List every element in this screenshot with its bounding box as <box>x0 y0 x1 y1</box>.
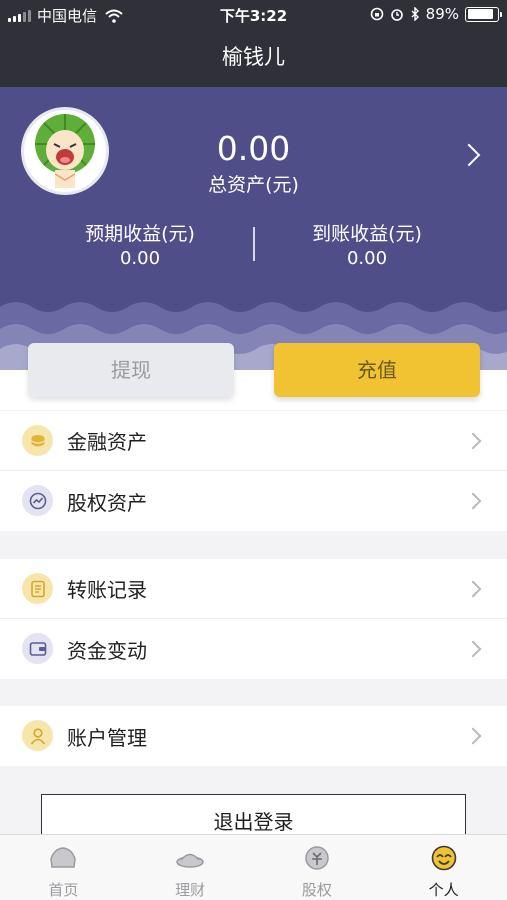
tab-bar: 首页 理财 股权 个人 <box>0 834 507 900</box>
menu-label-equity-assets: 股权资产 <box>67 490 147 515</box>
alarm-icon <box>390 9 403 21</box>
home-icon <box>50 847 77 868</box>
status-bar: 中国电信 下午3:22 89% <box>0 0 507 30</box>
rotation-lock-icon <box>370 7 383 21</box>
menu-item-equity-assets[interactable]: 股权资产 <box>0 471 507 531</box>
battery-icon <box>465 6 502 22</box>
document-icon <box>22 573 53 604</box>
menu-item-financial-assets[interactable]: 金融资产 <box>0 411 507 471</box>
chevron-right-icon <box>464 492 482 510</box>
stat-divider <box>253 227 255 261</box>
tab-label-home: 首页 <box>48 881 79 899</box>
user-icon <box>22 720 53 751</box>
account-menu: 账户管理 <box>0 706 507 766</box>
menu-label-account-management: 账户管理 <box>67 725 147 750</box>
coins-icon <box>22 425 53 456</box>
finance-icon <box>176 853 204 868</box>
tab-label-equity: 股权 <box>301 881 332 899</box>
tab-label-finance: 理财 <box>175 881 206 899</box>
assets-menu: 金融资产 股权资产 <box>0 411 507 531</box>
menu-label-fund-changes: 资金变动 <box>67 638 147 663</box>
received-income-value: 0.00 <box>346 248 388 269</box>
withdraw-button[interactable]: 提现 <box>28 343 234 397</box>
received-income-label: 到账收益(元) <box>312 223 422 245</box>
equity-icon <box>305 846 329 870</box>
expected-income: 预期收益(元) 0.00 <box>40 219 240 269</box>
expected-income-value: 0.00 <box>119 248 161 269</box>
chevron-right-icon <box>464 580 482 598</box>
expected-income-label: 预期收益(元) <box>85 223 195 245</box>
trend-chart-icon <box>22 485 53 516</box>
wallet-icon <box>22 633 53 664</box>
tab-finance[interactable]: 理财 <box>127 835 254 900</box>
nav-title: 榆钱儿 <box>0 30 507 87</box>
tab-equity[interactable]: 股权 <box>254 835 381 900</box>
tab-label-profile: 个人 <box>428 881 459 899</box>
total-assets-value: 0.00 <box>216 129 291 168</box>
received-income: 到账收益(元) 0.00 <box>267 219 467 269</box>
menu-label-transfer-records: 转账记录 <box>67 578 147 602</box>
total-assets-label: 总资产(元) <box>208 174 299 196</box>
battery-percent: 89% <box>425 5 459 23</box>
chevron-right-icon <box>464 727 482 745</box>
records-menu: 转账记录 资金变动 <box>0 559 507 679</box>
tab-profile[interactable]: 个人 <box>380 835 507 900</box>
menu-item-account-management[interactable]: 账户管理 <box>0 706 507 766</box>
chevron-right-icon <box>464 432 482 450</box>
menu-label-financial-assets: 金融资产 <box>67 430 147 454</box>
bluetooth-icon <box>411 7 419 21</box>
menu-item-transfer-records[interactable]: 转账记录 <box>0 559 507 619</box>
recharge-button[interactable]: 充值 <box>274 343 480 397</box>
account-summary[interactable]: 0.00 总资产(元) 预期收益(元) 0.00 到账收益(元) 0.00 <box>0 87 507 387</box>
menu-item-fund-changes[interactable]: 资金变动 <box>0 619 507 679</box>
profile-icon <box>431 845 456 871</box>
tab-home[interactable]: 首页 <box>0 835 127 900</box>
chevron-right-icon <box>464 640 482 658</box>
